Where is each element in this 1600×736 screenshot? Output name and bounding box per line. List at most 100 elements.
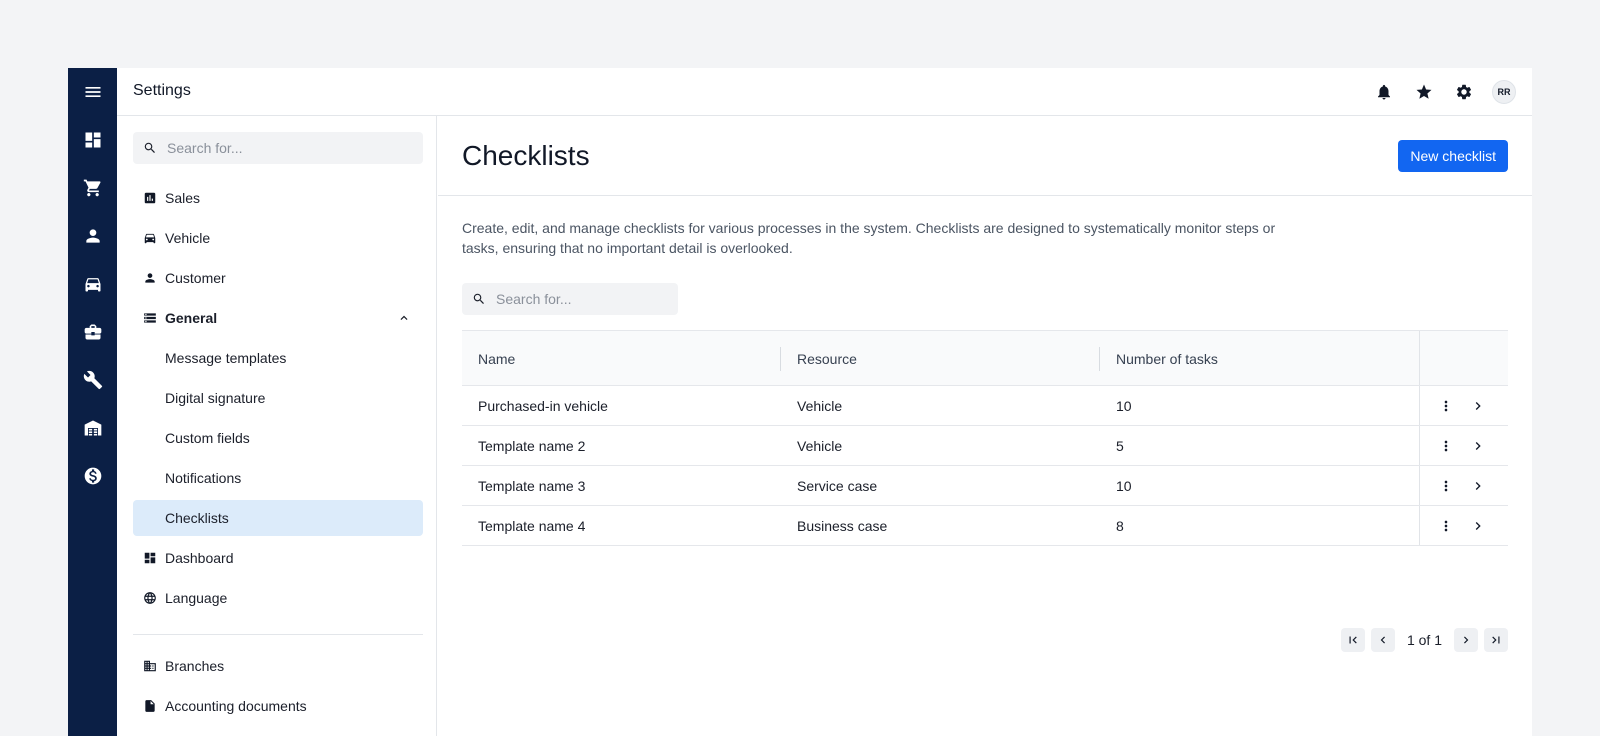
gear-icon[interactable] — [1452, 80, 1476, 104]
chevron-right-icon[interactable] — [1468, 516, 1488, 536]
star-icon[interactable] — [1412, 80, 1436, 104]
table-row[interactable]: Purchased-in vehicle Vehicle 10 — [462, 386, 1508, 426]
page-indicator: 1 of 1 — [1406, 632, 1442, 648]
sidebar-item-accounting-documents[interactable]: Accounting documents — [133, 688, 423, 724]
chart-icon — [143, 191, 157, 205]
icon-rail — [68, 68, 117, 736]
column-separator — [1099, 347, 1100, 371]
sidebar-item-custom-fields[interactable]: Custom fields — [133, 420, 423, 456]
actions-column-separator — [1419, 386, 1420, 425]
dashboard-icon — [143, 551, 157, 565]
chevron-right-icon[interactable] — [1468, 396, 1488, 416]
pagination: 1 of 1 — [1340, 628, 1508, 652]
checklists-table: Name Resource Number of tasks Purchased-… — [462, 330, 1508, 546]
sidebar-item-label: Digital signature — [165, 390, 266, 406]
cell-tasks: 5 — [1116, 437, 1124, 454]
sidebar-item-label: Language — [165, 590, 228, 606]
top-bar: Settings RR — [117, 68, 1532, 116]
sidebar-item-label: General — [165, 310, 218, 326]
sidebar-item-notifications[interactable]: Notifications — [133, 460, 423, 496]
last-page-icon[interactable] — [1484, 628, 1508, 652]
first-page-icon[interactable] — [1340, 628, 1365, 652]
building-icon — [143, 659, 157, 673]
more-vert-icon[interactable] — [1436, 476, 1456, 496]
app-window: Settings RR Sales Vehicle — [68, 68, 1532, 736]
search-icon — [144, 142, 155, 153]
more-vert-icon[interactable] — [1436, 396, 1456, 416]
column-separator — [780, 347, 781, 371]
chevron-right-icon[interactable] — [1468, 476, 1488, 496]
sidebar-item-branches[interactable]: Branches — [133, 648, 423, 684]
column-header-name[interactable]: Name — [478, 331, 515, 386]
sidebar-search — [133, 132, 423, 164]
sidebar-item-dashboard[interactable]: Dashboard — [133, 540, 423, 576]
table-row[interactable]: Template name 2 Vehicle 5 — [462, 426, 1508, 466]
settings-sidebar: Sales Vehicle Customer General Message t… — [117, 116, 437, 736]
previous-page-icon[interactable] — [1370, 628, 1395, 652]
cell-resource: Service case — [797, 477, 878, 494]
cart-icon[interactable] — [68, 164, 117, 212]
car-icon — [143, 231, 157, 245]
sidebar-item-label: Branches — [165, 658, 225, 674]
cell-tasks: 8 — [1116, 517, 1124, 534]
new-checklist-button[interactable]: New checklist — [1398, 140, 1508, 172]
app-title: Settings — [133, 82, 191, 99]
table-header: Name Resource Number of tasks — [462, 330, 1508, 386]
sidebar-item-label: Customer — [165, 270, 226, 286]
sidebar-item-sales[interactable]: Sales — [133, 180, 423, 216]
person-icon — [143, 271, 157, 285]
sidebar-item-message-templates[interactable]: Message templates — [133, 340, 423, 376]
chevron-right-icon[interactable] — [1468, 436, 1488, 456]
sidebar-item-label: Accounting documents — [165, 698, 307, 714]
dashboard-icon[interactable] — [68, 116, 117, 164]
table-row[interactable]: Template name 3 Service case 10 — [462, 466, 1508, 506]
table-row[interactable]: Template name 4 Business case 8 — [462, 506, 1508, 546]
column-header-tasks[interactable]: Number of tasks — [1116, 331, 1218, 386]
cell-resource: Business case — [797, 517, 888, 534]
sidebar-item-vehicle[interactable]: Vehicle — [133, 220, 423, 256]
column-header-resource[interactable]: Resource — [797, 331, 857, 386]
checklist-search — [462, 283, 678, 315]
sidebar-search-input[interactable] — [167, 140, 407, 156]
cell-name: Template name 4 — [478, 517, 586, 534]
menu-icon[interactable] — [68, 68, 117, 116]
storage-icon — [143, 311, 157, 325]
page-description: Create, edit, and manage checklists for … — [462, 220, 1276, 256]
actions-column-separator — [1419, 506, 1420, 545]
dollar-icon[interactable] — [68, 452, 117, 500]
bell-icon[interactable] — [1372, 80, 1396, 104]
more-vert-icon[interactable] — [1436, 436, 1456, 456]
more-vert-icon[interactable] — [1436, 516, 1456, 536]
sidebar-item-customer[interactable]: Customer — [133, 260, 423, 296]
car-icon[interactable] — [68, 260, 117, 308]
page-title: Checklists — [462, 140, 590, 171]
sidebar-item-general[interactable]: General — [133, 300, 423, 336]
wrench-icon[interactable] — [68, 356, 117, 404]
warehouse-icon[interactable] — [68, 404, 117, 452]
sidebar-item-label: Sales — [165, 190, 201, 206]
cell-resource: Vehicle — [797, 437, 843, 454]
sidebar-item-checklists[interactable]: Checklists — [133, 500, 423, 536]
cell-tasks: 10 — [1116, 477, 1132, 494]
sidebar-item-language[interactable]: Language — [133, 580, 423, 616]
avatar[interactable]: RR — [1492, 80, 1516, 104]
cell-name: Template name 3 — [478, 477, 586, 494]
actions-column-separator — [1419, 331, 1420, 385]
briefcase-icon[interactable] — [68, 308, 117, 356]
sidebar-item-digital-signature[interactable]: Digital signature — [133, 380, 423, 416]
sidebar-item-label: Dashboard — [165, 550, 234, 566]
next-page-icon[interactable] — [1454, 628, 1478, 652]
cell-tasks: 10 — [1116, 397, 1132, 414]
actions-column-separator — [1419, 466, 1420, 505]
checklist-search-input[interactable] — [496, 291, 666, 307]
search-icon — [473, 293, 484, 304]
person-icon[interactable] — [68, 212, 117, 260]
main-content: Checklists New checklist Create, edit, a… — [438, 116, 1532, 736]
sidebar-item-label: Vehicle — [165, 230, 211, 246]
document-icon — [143, 699, 157, 713]
chevron-up-icon[interactable] — [397, 311, 411, 325]
cell-resource: Vehicle — [797, 397, 843, 414]
header-actions: RR — [1372, 80, 1516, 104]
actions-column-separator — [1419, 426, 1420, 465]
sidebar-divider — [133, 634, 423, 635]
